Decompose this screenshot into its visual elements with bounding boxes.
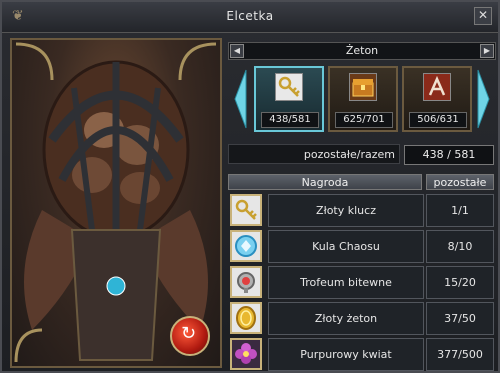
reward-name: Złoty klucz: [268, 194, 424, 227]
reward-qty: 15/20: [426, 266, 494, 299]
token-count: 506/631: [409, 112, 467, 128]
token-slot-chest[interactable]: 625/701: [328, 66, 398, 132]
reward-column-header: Nagroda: [228, 174, 422, 190]
spin-icon: ↻: [181, 323, 197, 344]
gold-coin-icon: [230, 302, 262, 334]
title-bar[interactable]: ❦ Elcetka ✕: [2, 2, 498, 33]
reward-qty: 8/10: [426, 230, 494, 263]
golden-key-icon: [230, 194, 262, 226]
chevron-left-icon: [234, 69, 247, 129]
remaining-value: 438 / 581: [404, 145, 494, 165]
window-title: Elcetka: [226, 9, 274, 23]
table-row[interactable]: Kula Chaosu 8/10: [228, 229, 494, 263]
close-button[interactable]: ✕: [474, 7, 492, 25]
reward-qty: 37/50: [426, 302, 494, 335]
spin-button[interactable]: ↻: [170, 316, 210, 356]
reward-qty: 377/500: [426, 338, 494, 371]
golden-key-icon: [275, 73, 303, 101]
triangle-right-icon[interactable]: ▶: [480, 44, 494, 58]
remaining-label: pozostałe/razem: [228, 144, 400, 164]
reward-name: Złoty żeton: [268, 302, 424, 335]
reward-name: Kula Chaosu: [268, 230, 424, 263]
token-count: 438/581: [261, 112, 319, 128]
token-slot-key[interactable]: 438/581: [254, 66, 324, 132]
reward-qty: 1/1: [426, 194, 494, 227]
chaos-orb-icon: [230, 230, 262, 262]
prev-token-button[interactable]: [232, 66, 248, 132]
purple-flower-icon: [230, 338, 262, 370]
token-type-selector[interactable]: ◀ Żeton ▶: [228, 42, 496, 60]
roulette-window: ❦ Elcetka ✕ ↻ ◀ Żeton ▶ 438/581 625/701 …: [0, 0, 500, 373]
chevron-right-icon: [477, 69, 490, 129]
rune-scroll-icon: [423, 73, 451, 101]
machine-artwork: ↻: [10, 38, 222, 368]
triangle-left-icon[interactable]: ◀: [230, 44, 244, 58]
table-row[interactable]: Złoty klucz 1/1: [228, 193, 494, 227]
reward-name: Trofeum bitewne: [268, 266, 424, 299]
token-type-label: Żeton: [345, 44, 379, 57]
table-row[interactable]: Purpurowy kwiat 377/500: [228, 337, 494, 371]
next-token-button[interactable]: [476, 66, 492, 132]
treasure-chest-icon: [349, 73, 377, 101]
token-count: 625/701: [335, 112, 393, 128]
reward-name: Purpurowy kwiat: [268, 338, 424, 371]
table-row[interactable]: Trofeum bitewne 15/20: [228, 265, 494, 299]
token-slot-rune[interactable]: 506/631: [402, 66, 472, 132]
table-row[interactable]: Złoty żeton 37/50: [228, 301, 494, 335]
remaining-column-header: pozostałe: [426, 174, 494, 190]
battle-trophy-icon: [230, 266, 262, 298]
